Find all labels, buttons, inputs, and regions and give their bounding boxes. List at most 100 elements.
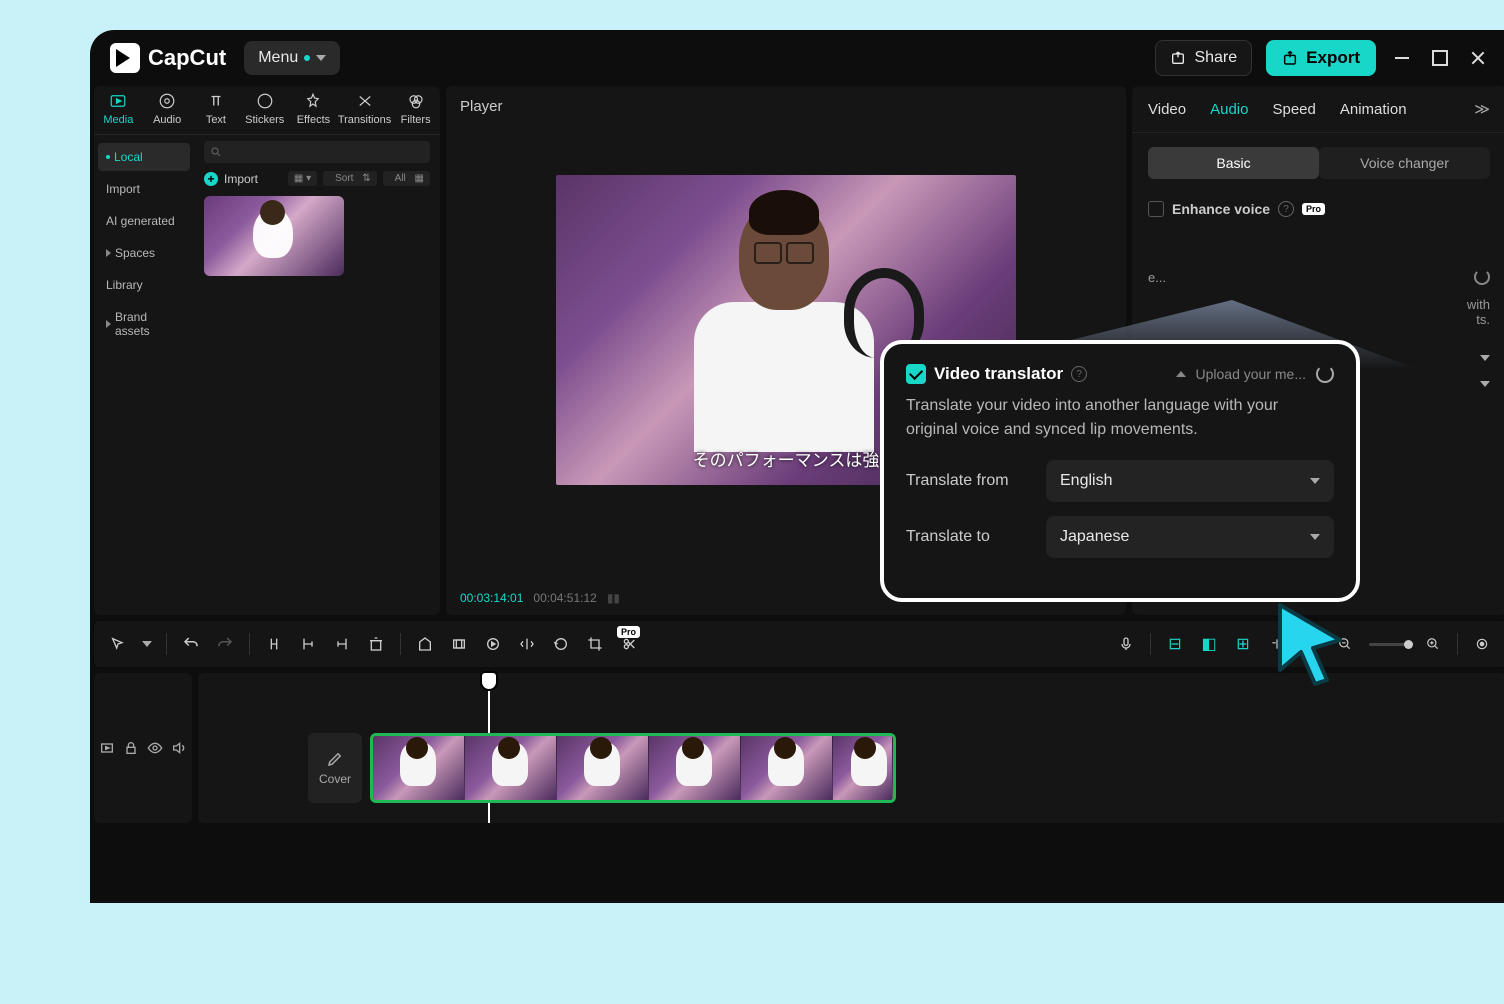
media-thumbnail[interactable] — [204, 196, 344, 276]
export-icon — [1282, 50, 1298, 66]
tab-filters[interactable]: Filters — [391, 86, 440, 134]
info-icon[interactable]: ? — [1071, 366, 1087, 382]
redo-button[interactable] — [215, 634, 235, 654]
video-translator-checkbox[interactable] — [906, 364, 926, 384]
selection-tool-button[interactable] — [108, 634, 128, 654]
partial-row-1: e... — [1148, 263, 1490, 291]
mic-button[interactable] — [1116, 634, 1136, 654]
mirror-button[interactable] — [517, 634, 537, 654]
media-tabstrip: Media Audio Text Stickers Effects — [94, 86, 440, 135]
sidebar-item-local[interactable]: Local — [98, 143, 190, 171]
window-minimize-button[interactable] — [1390, 46, 1414, 70]
timeline-body[interactable]: Cover — [198, 673, 1504, 823]
export-button[interactable]: Export — [1266, 40, 1376, 76]
sidebar-item-import[interactable]: Import — [98, 175, 190, 203]
track-toggle-2[interactable]: ◧ — [1199, 634, 1219, 654]
video-clip[interactable] — [370, 733, 896, 803]
enhance-voice-checkbox[interactable] — [1148, 201, 1164, 217]
subtab-voice-changer[interactable]: Voice changer — [1319, 147, 1490, 179]
lock-icon[interactable] — [123, 740, 139, 756]
tab-effects[interactable]: Effects — [289, 86, 338, 134]
sidebar-item-brand[interactable]: Brand assets — [98, 303, 190, 345]
split-button[interactable] — [264, 634, 284, 654]
translate-to-label: Translate to — [906, 528, 1046, 546]
frame-button[interactable] — [449, 634, 469, 654]
filters-icon — [406, 92, 426, 110]
sort-button[interactable]: Sort ⇅ — [323, 171, 377, 186]
window-maximize-button[interactable] — [1428, 46, 1452, 70]
popover-header: Video translator ? Upload your me... — [906, 364, 1334, 384]
chevron-up-icon[interactable] — [1176, 371, 1186, 377]
delete-button[interactable] — [366, 634, 386, 654]
menu-button[interactable]: Menu — [244, 41, 340, 75]
view-grid-button[interactable]: ▦ ▾ — [288, 171, 317, 186]
translate-to-select[interactable]: Japanese — [1046, 516, 1334, 558]
popover-description: Translate your video into another langua… — [906, 394, 1334, 442]
timeline-controls — [94, 673, 192, 823]
undo-button[interactable] — [181, 634, 201, 654]
translate-from-label: Translate from — [906, 472, 1046, 490]
menu-label: Menu — [258, 49, 298, 67]
zoom-fit-button[interactable] — [1472, 634, 1492, 654]
media-search-input[interactable] — [204, 141, 430, 163]
speaker-icon[interactable] — [171, 740, 187, 756]
record-button[interactable] — [483, 634, 503, 654]
enhance-voice-row: Enhance voice ? Pro — [1148, 195, 1490, 223]
track-toggle-1[interactable]: ⊟ — [1165, 634, 1185, 654]
share-icon — [1170, 50, 1186, 66]
popover-header-right: Upload your me... — [1176, 365, 1335, 383]
sidebar-item-ai[interactable]: AI generated — [98, 207, 190, 235]
upload-hint[interactable]: Upload your me... — [1196, 366, 1307, 382]
import-plus-icon: + — [204, 172, 218, 186]
chevron-down-icon — [316, 55, 326, 61]
sidebar-item-spaces[interactable]: Spaces — [98, 239, 190, 267]
titlebar-right: Share Export — [1155, 40, 1490, 76]
zoom-in-button[interactable] — [1423, 634, 1443, 654]
tab-stickers[interactable]: Stickers — [240, 86, 289, 134]
inspector-tabs: Video Audio Speed Animation ≫ — [1132, 86, 1504, 133]
clip-frame — [833, 736, 893, 800]
marker-button[interactable] — [415, 634, 435, 654]
crop-button[interactable] — [585, 634, 605, 654]
reset-icon[interactable] — [1316, 365, 1334, 383]
tab-animation[interactable]: Animation — [1340, 101, 1407, 118]
sidebar-item-library[interactable]: Library — [98, 271, 190, 299]
info-icon[interactable]: ? — [1278, 201, 1294, 217]
track-toggle-3[interactable]: ⊞ — [1233, 634, 1253, 654]
playhead-handle[interactable] — [480, 671, 498, 691]
tab-media[interactable]: Media — [94, 86, 143, 134]
left-content: + Import ▦ ▾ Sort ⇅ All ▦ — [194, 135, 440, 615]
tab-audio-inspector[interactable]: Audio — [1210, 101, 1248, 118]
window-close-button[interactable] — [1466, 46, 1490, 70]
export-label: Export — [1306, 48, 1360, 68]
tab-speed[interactable]: Speed — [1272, 101, 1315, 118]
tab-video[interactable]: Video — [1148, 101, 1186, 118]
subtab-basic[interactable]: Basic — [1148, 147, 1319, 179]
translate-from-select[interactable]: English — [1046, 460, 1334, 502]
trim-left-button[interactable] — [298, 634, 318, 654]
player-time: 00:03:14:01 00:04:51:12 ▮▮ — [460, 591, 620, 605]
tab-text[interactable]: Text — [192, 86, 241, 134]
import-chip[interactable]: + Import — [204, 172, 258, 186]
preview-toggle-icon[interactable] — [99, 740, 115, 756]
translate-to-field: Translate to Japanese — [906, 516, 1334, 558]
cover-button[interactable]: Cover — [308, 733, 362, 803]
menu-indicator-dot — [304, 55, 310, 61]
timeline-track-row: Cover — [308, 733, 896, 803]
tabs-overflow-button[interactable]: ≫ — [1474, 100, 1490, 118]
zoom-slider[interactable] — [1369, 643, 1409, 646]
eye-icon[interactable] — [147, 740, 163, 756]
reset-icon[interactable] — [1474, 269, 1490, 285]
smart-tool-button[interactable]: Pro — [619, 634, 639, 654]
filter-all-button[interactable]: All ▦ — [383, 171, 430, 186]
selection-dropdown[interactable] — [142, 641, 152, 647]
trim-right-button[interactable] — [332, 634, 352, 654]
left-sidebar: Local Import AI generated Spaces Library… — [94, 135, 194, 615]
clip-frame — [741, 736, 833, 800]
tab-transitions[interactable]: Transitions — [338, 86, 391, 134]
share-button[interactable]: Share — [1155, 40, 1252, 76]
translate-from-field: Translate from English — [906, 460, 1334, 502]
chevron-down-icon — [1310, 534, 1320, 540]
tab-audio[interactable]: Audio — [143, 86, 192, 134]
rotate-button[interactable] — [551, 634, 571, 654]
